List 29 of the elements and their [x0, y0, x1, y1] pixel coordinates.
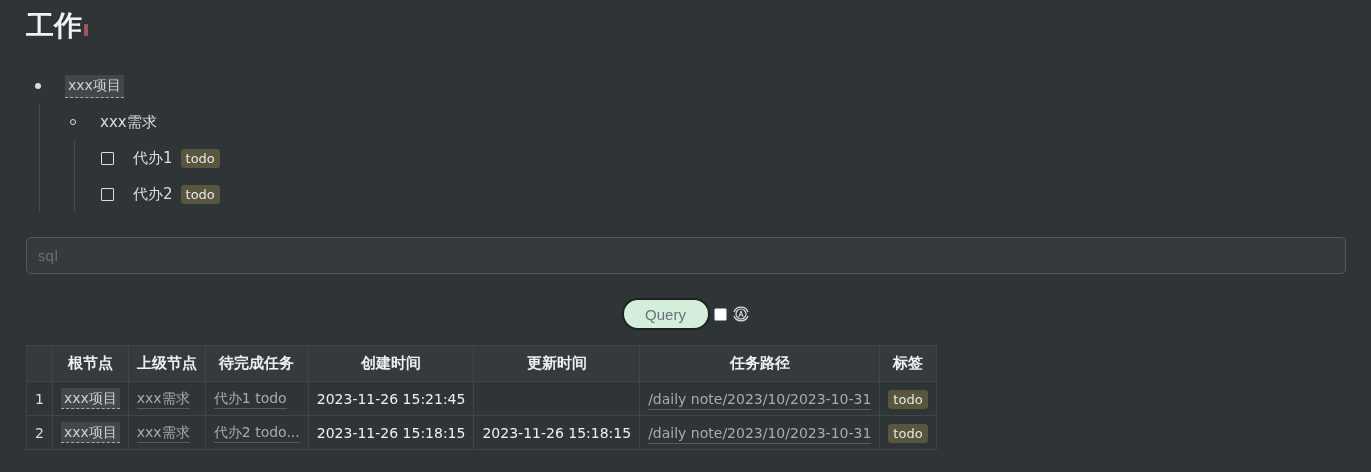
column-header: 根节点 [52, 345, 129, 382]
table-cell: 2023-11-26 15:18:15 [482, 424, 632, 441]
page-title: 工作 [26, 8, 82, 44]
query-button[interactable]: Query [621, 298, 710, 330]
task-checkbox[interactable] [101, 151, 114, 165]
page-link[interactable]: xxx项目 [60, 387, 120, 409]
tag[interactable]: todo [180, 184, 220, 204]
auto-checkbox[interactable] [713, 307, 727, 321]
text-cursor [84, 24, 88, 36]
table-cell: 2023-11-26 15:21:45 [316, 390, 466, 407]
task-checkbox[interactable] [101, 187, 114, 201]
task-text: 代办2 [133, 184, 173, 204]
bullet-icon [35, 83, 41, 89]
column-header: 标签 [879, 345, 937, 382]
page-link[interactable]: xxx项目 [60, 421, 120, 443]
column-header: 上级节点 [128, 345, 206, 382]
tag[interactable]: todo [888, 389, 928, 409]
row-number: 2 [26, 415, 53, 450]
row-number: 1 [26, 381, 53, 416]
column-header: 创建时间 [308, 345, 474, 382]
column-header: 任务路径 [639, 345, 880, 382]
tag[interactable]: todo [888, 423, 928, 443]
column-header: 更新时间 [473, 345, 640, 382]
page-link[interactable]: xxx项目 [65, 74, 124, 98]
column-header: 待完成任务 [205, 345, 309, 382]
list-item-text: xxx需求 [100, 112, 157, 132]
tag[interactable]: todo [180, 148, 220, 168]
task-text: 代办1 [133, 148, 173, 168]
table-cell: 2023-11-26 15:18:15 [316, 424, 466, 441]
